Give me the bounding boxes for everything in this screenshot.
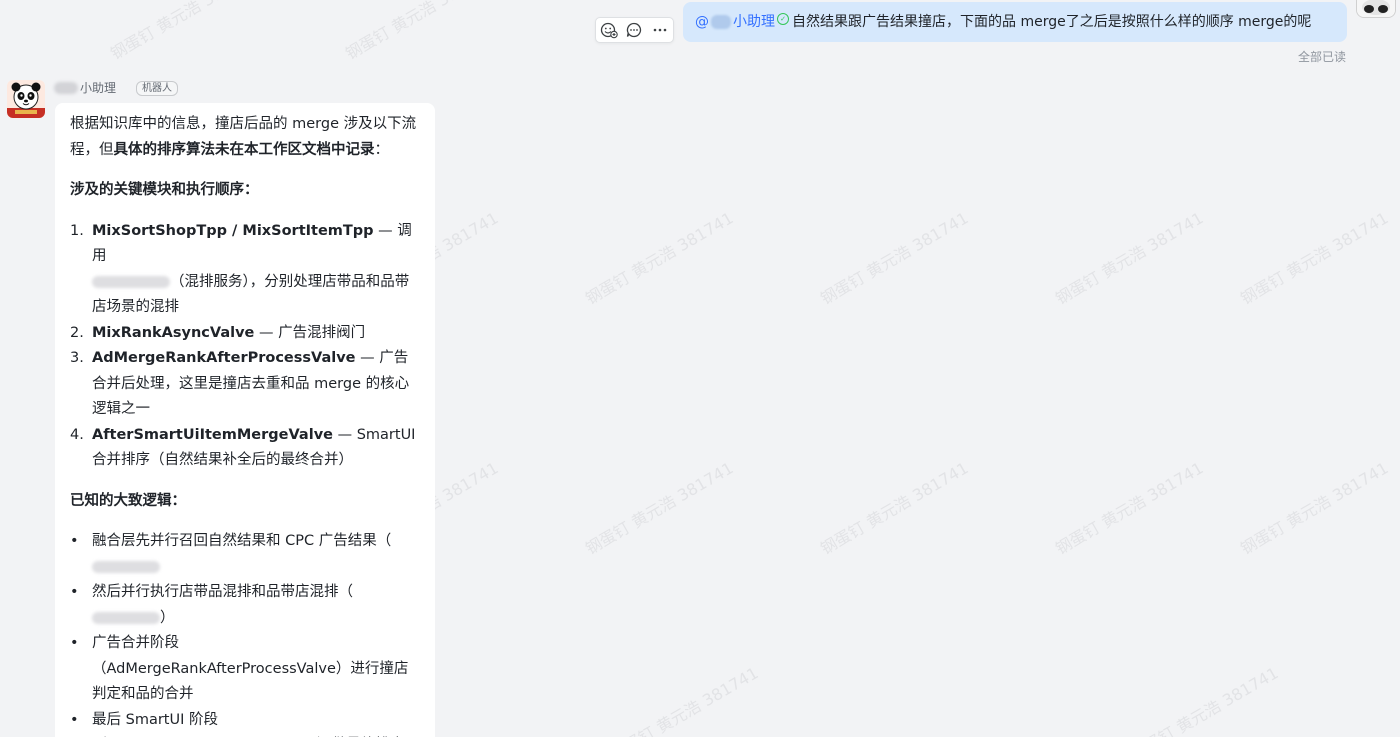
watermark: 钢蛋钉 黄元浩 381741	[582, 458, 737, 559]
list-item: 2. MixRankAsyncValve — 广告混排阀门	[70, 321, 420, 347]
emoji-reaction-icon	[600, 22, 618, 39]
logic-heading-text: 已知的大致逻辑：	[70, 492, 186, 509]
list-body: 然后并行执行店带品混排和品带店混排（ ）	[92, 580, 420, 631]
logic-text: ）	[160, 609, 175, 626]
redacted-text	[92, 611, 160, 624]
mention-at: @	[695, 14, 709, 30]
module-desc: — 广告混排阀门	[254, 324, 366, 341]
sender-name[interactable]: 小助理 机器人	[54, 79, 179, 97]
bullet-dot: •	[70, 635, 79, 651]
bot-tag: 机器人	[136, 80, 179, 96]
watermark: 钢蛋钉 黄元浩 381741	[1237, 208, 1392, 309]
list-body: 融合层先并行召回自然结果和 CPC 广告结果（	[92, 529, 420, 580]
avatar-image-icon	[1357, 0, 1395, 17]
bullet-item: • 融合层先并行召回自然结果和 CPC 广告结果（	[70, 529, 420, 580]
list-number: 4.	[70, 426, 84, 443]
mention[interactable]: @ 小助理	[695, 12, 775, 32]
panda-avatar-icon	[7, 80, 45, 118]
message-text: 自然结果跟广告结果撞店，下面的品 merge了之后是按照什么样的顺序 merge…	[792, 14, 1312, 30]
read-status[interactable]: 全部已读	[1298, 48, 1346, 65]
bullet-item: • 然后并行执行店带品混排和品带店混排（ ）	[70, 580, 420, 631]
redacted-name	[54, 82, 78, 94]
list-item: 4. AfterSmartUiItemMergeValve — SmartUI …	[70, 423, 420, 474]
list-body: MixRankAsyncValve — 广告混排阀门	[92, 321, 420, 347]
watermark: 钢蛋钉 黄元浩 381741	[817, 208, 972, 309]
bullet-dot: •	[70, 533, 79, 549]
reply-icon	[627, 22, 642, 38]
bot-name: 小助理	[80, 81, 117, 95]
message-toolbar	[595, 17, 674, 43]
intro-bold-text: 具体的排序算法未在本工作区文档中记录	[113, 141, 375, 158]
watermark: 钢蛋钉 黄元浩 381741	[1052, 208, 1207, 309]
logic-heading: 已知的大致逻辑：	[70, 489, 420, 515]
list-body: AdMergeRankAfterProcessValve — 广告合并后处理，这…	[92, 346, 420, 423]
module-name: AfterSmartUiItemMergeValve	[92, 426, 333, 443]
outgoing-message[interactable]: @ 小助理 ✓ 自然结果跟广告结果撞店，下面的品 merge了之后是按照什么样的顺序…	[683, 2, 1347, 42]
reply-button[interactable]	[624, 20, 644, 40]
watermark: 钢蛋钉 黄元浩 381741	[107, 0, 262, 64]
intro-end: ：	[374, 141, 390, 158]
watermark: 钢蛋钉 黄元浩 381741	[582, 208, 737, 309]
list-body: AfterSmartUiItemMergeValve — SmartUI 合并排…	[92, 423, 420, 474]
redacted-text	[92, 275, 170, 288]
bullet-item: • 最后 SmartUI 阶段（AfterSmartUiItemMergeVal…	[70, 708, 420, 737]
watermark: 钢蛋钉 黄元浩 381741	[1237, 458, 1392, 559]
watermark: 钢蛋钉 黄元浩 381741	[1127, 663, 1282, 737]
list-number: 1.	[70, 222, 84, 239]
self-avatar[interactable]	[1356, 0, 1396, 18]
watermark: 钢蛋钉 黄元浩 381741	[1052, 458, 1207, 559]
verified-check-icon: ✓	[777, 13, 789, 25]
mention-name: 小助理	[733, 14, 775, 30]
redacted-text	[92, 560, 160, 573]
list-body: MixSortShopTpp / MixSortItemTpp — 调用 （混排服…	[92, 219, 420, 321]
bot-avatar[interactable]	[7, 80, 45, 118]
bullet-dot: •	[70, 711, 79, 728]
modules-heading: 涉及的关键模块和执行顺序：	[70, 178, 420, 204]
module-name: AdMergeRankAfterProcessValve	[92, 350, 356, 366]
more-button[interactable]	[650, 20, 670, 40]
watermark: 钢蛋钉 黄元浩 381741	[607, 663, 762, 737]
bullet-dot: •	[70, 584, 79, 600]
module-name: MixRankAsyncValve	[92, 324, 255, 341]
chat-window: 钢蛋钉 黄元浩 381741 钢蛋钉 黄元浩 381741 钢蛋钉 黄元浩 38…	[0, 0, 1400, 737]
module-name: MixSortShopTpp / MixSortItemTpp	[92, 222, 374, 239]
logic-text: 广告合并阶段（AdMergeRankAfterProcessValve）进行撞店…	[92, 635, 409, 702]
more-icon	[653, 28, 667, 32]
modules-heading-text: 涉及的关键模块和执行顺序：	[70, 182, 259, 198]
logic-text: 最后 SmartUI 阶段（AfterSmartUiItemMergeValve…	[92, 711, 218, 728]
bot-message[interactable]: 根据知识库中的信息，撞店后品的 merge 涉及以下流程，但具体的排序算法未在本…	[55, 103, 435, 737]
watermark: 钢蛋钉 黄元浩 381741	[817, 458, 972, 559]
list-number: 3.	[70, 350, 84, 366]
logic-text: 然后并行执行店带品混排和品带店混排（	[92, 584, 353, 600]
redacted-name	[711, 15, 731, 29]
watermark: 钢蛋钉 黄元浩 381741	[342, 0, 497, 64]
list-item: 1. MixSortShopTpp / MixSortItemTpp — 调用（…	[70, 219, 420, 321]
list-number: 2.	[70, 324, 84, 341]
intro-paragraph: 根据知识库中的信息，撞店后品的 merge 涉及以下流程，但具体的排序算法未在本…	[70, 112, 420, 163]
bullet-item: • 广告合并阶段（AdMergeRankAfterProcessValve）进行…	[70, 631, 420, 708]
logic-text: 融合层先并行召回自然结果和 CPC 广告结果（	[92, 533, 392, 549]
list-item: 3. AdMergeRankAfterProcessValve — 广告合并后处…	[70, 346, 420, 423]
emoji-reaction-button[interactable]	[599, 20, 619, 40]
